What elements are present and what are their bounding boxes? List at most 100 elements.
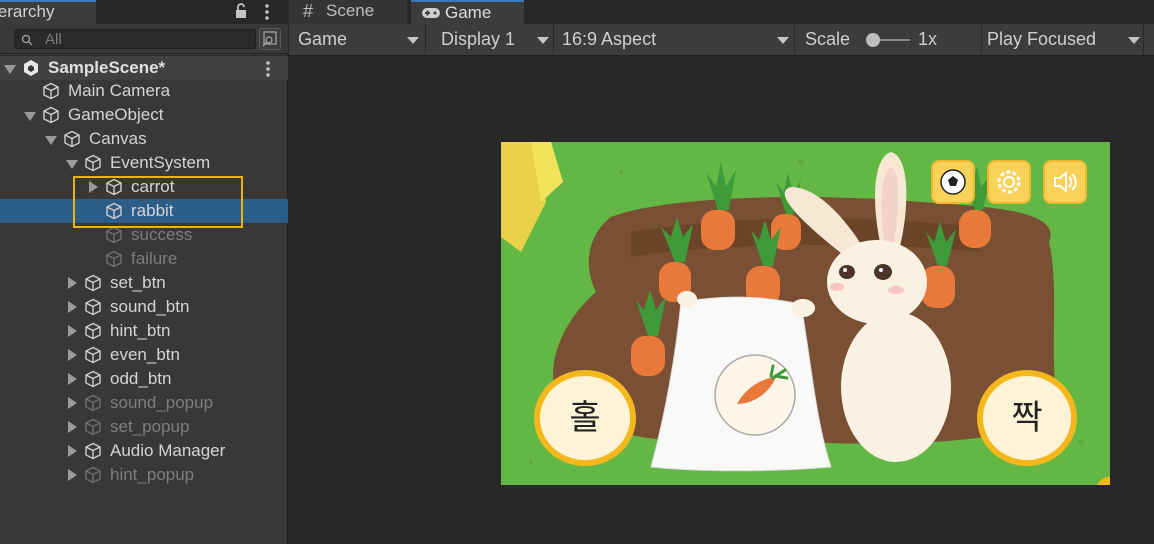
hierarchy-row[interactable]: sound_btn: [0, 295, 288, 319]
search-placeholder: All: [45, 31, 62, 48]
collapse-arrow-icon[interactable]: [24, 112, 36, 121]
expand-arrow-icon[interactable]: [68, 277, 77, 289]
hierarchy-row-label: Canvas: [89, 129, 147, 148]
expand-arrow-icon[interactable]: [68, 469, 77, 481]
scale-slider-handle[interactable]: [866, 33, 880, 47]
gameobject-cube-icon: [43, 82, 59, 100]
search-input[interactable]: All: [14, 29, 256, 49]
tab-game-label: Game: [445, 3, 492, 22]
hierarchy-row[interactable]: hint_btn: [0, 319, 288, 343]
chevron-down-icon: [407, 37, 419, 44]
game-mode-dropdown[interactable]: Game: [289, 24, 426, 56]
gameobject-cube-icon: [85, 418, 101, 436]
gear-icon: [997, 170, 1021, 194]
hierarchy-row[interactable]: Audio Manager: [0, 439, 288, 463]
scale-label: Scale: [805, 29, 851, 49]
expand-arrow-icon[interactable]: [68, 445, 77, 457]
play-mode-dropdown[interactable]: Play Focused: [983, 24, 1144, 56]
odd-button[interactable]: 홀: [534, 370, 636, 466]
hierarchy-row-label: failure: [131, 249, 178, 268]
expand-arrow-icon[interactable]: [68, 349, 77, 361]
hierarchy-row-label: hint_popup: [110, 465, 195, 484]
hierarchy-row-label: Main Camera: [68, 81, 171, 100]
hierarchy-tab-bar: ierarchy: [0, 0, 288, 24]
sound-button[interactable]: [1043, 160, 1087, 204]
hierarchy-row-label: GameObject: [68, 105, 164, 124]
hierarchy-row[interactable]: Canvas: [0, 127, 288, 151]
hierarchy-row[interactable]: sound_popup: [0, 391, 288, 415]
collapse-arrow-icon[interactable]: [45, 136, 57, 145]
view-tab-bar: # Scene Game: [289, 0, 1154, 24]
tab-scene[interactable]: # Scene: [289, 0, 407, 24]
gameobject-cube-icon: [85, 322, 101, 340]
gameobject-cube-icon: [64, 130, 80, 148]
hierarchy-row[interactable]: set_popup: [0, 415, 288, 439]
tab-scene-label: Scene: [326, 1, 375, 20]
scene-name: SampleScene*: [48, 58, 166, 77]
gameobject-cube-icon: [85, 394, 101, 412]
unity-scene-icon: [24, 60, 38, 76]
gameobject-cube-icon: [85, 154, 101, 172]
tab-game[interactable]: Game: [411, 0, 524, 24]
hierarchy-row-label: sound_btn: [110, 297, 190, 316]
chevron-down-icon: [537, 37, 549, 44]
gameobject-cube-icon: [43, 106, 59, 124]
expand-arrow-icon[interactable]: [68, 301, 77, 313]
hierarchy-row[interactable]: Main Camera: [0, 79, 288, 103]
expand-arrow-icon[interactable]: [68, 421, 77, 433]
tab-hierarchy-label: ierarchy: [0, 2, 55, 21]
scale-value: 1x: [918, 29, 938, 49]
gameobject-cube-icon: [85, 442, 101, 460]
hierarchy-row[interactable]: even_btn: [0, 343, 288, 367]
speaker-icon: [1054, 170, 1077, 194]
aspect-dropdown[interactable]: 16:9 Aspect: [555, 24, 795, 56]
display-dropdown[interactable]: Display 1: [427, 24, 554, 56]
kebab-menu-icon[interactable]: [262, 3, 272, 21]
collapse-arrow-icon[interactable]: [66, 160, 78, 169]
odd-button-label: 홀: [569, 398, 601, 438]
expand-arrow-icon[interactable]: [68, 325, 77, 337]
display-label: Display 1: [441, 29, 516, 49]
hash-icon: #: [303, 1, 314, 21]
gameobject-cube-icon: [106, 226, 122, 244]
chevron-down-icon: [1128, 37, 1140, 44]
gameobject-cube-icon: [85, 466, 101, 484]
search-options-button[interactable]: [259, 28, 281, 50]
hierarchy-row-label: set_btn: [110, 273, 166, 292]
even-button[interactable]: 짝: [977, 370, 1077, 466]
gameobject-cube-icon: [85, 298, 101, 316]
search-options-icon: [262, 31, 277, 47]
lock-icon[interactable]: [235, 3, 247, 19]
game-mode-label: Game: [298, 29, 348, 49]
hierarchy-search-row: All: [0, 24, 288, 54]
scene-menu-icon[interactable]: [263, 60, 273, 78]
play-mode-label: Play Focused: [987, 29, 1097, 49]
hierarchy-row[interactable]: failure: [0, 247, 288, 271]
hierarchy-row[interactable]: GameObject: [0, 103, 288, 127]
settings-button[interactable]: [987, 160, 1031, 204]
scale-control: Scale 1x: [796, 24, 982, 56]
hierarchy-row[interactable]: EventSystem: [0, 151, 288, 175]
aspect-label: 16:9 Aspect: [562, 29, 657, 49]
scene-root-row[interactable]: SampleScene*: [0, 55, 288, 80]
gameobject-cube-icon: [85, 274, 101, 292]
hierarchy-row-label: set_popup: [110, 417, 190, 436]
tab-hierarchy[interactable]: ierarchy: [0, 0, 96, 24]
game-panel: # Scene Game Game Display 1 16:9 Aspect …: [289, 0, 1154, 544]
hint-button[interactable]: [931, 160, 975, 204]
hierarchy-row[interactable]: hint_popup: [0, 463, 288, 487]
hierarchy-row[interactable]: odd_btn: [0, 367, 288, 391]
chevron-down-icon: [777, 37, 789, 44]
hierarchy-row[interactable]: set_btn: [0, 271, 288, 295]
hierarchy-row-label: even_btn: [110, 345, 180, 364]
soccer-ball-icon: [940, 169, 966, 195]
expand-arrow-icon[interactable]: [68, 373, 77, 385]
gameobject-cube-icon: [85, 370, 101, 388]
search-icon: [21, 34, 33, 46]
hierarchy-panel: ierarchy All SampleScene* Main Camera Gam…: [0, 0, 288, 544]
game-view-canvas[interactable]: 홀 짝: [501, 142, 1110, 485]
collapse-arrow-icon[interactable]: [4, 65, 16, 74]
expand-arrow-icon[interactable]: [68, 397, 77, 409]
gameobject-cube-icon: [106, 250, 122, 268]
gameobject-cube-icon: [85, 346, 101, 364]
